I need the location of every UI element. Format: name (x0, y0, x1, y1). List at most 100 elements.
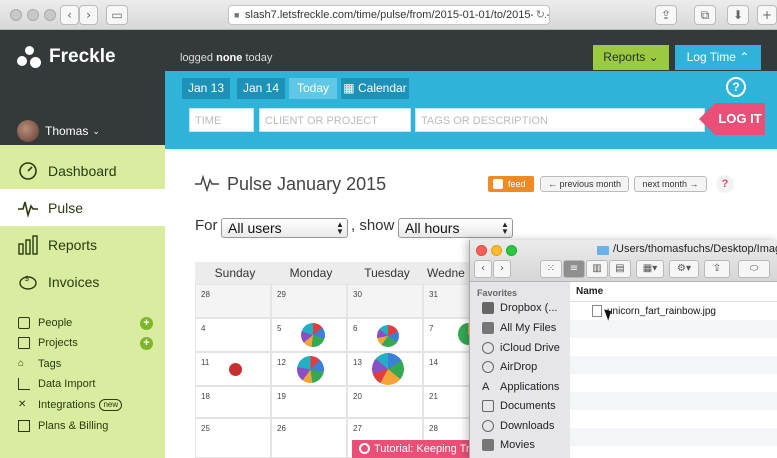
calendar-day[interactable]: 13 (347, 352, 423, 386)
calendar-day[interactable]: 4 (195, 318, 271, 352)
log-time-button[interactable]: Log Time ⌃ (675, 45, 761, 70)
nav-label: Invoices (48, 273, 100, 290)
reports-button[interactable]: Reports ⌄ (593, 45, 669, 70)
forward-icon[interactable]: › (493, 260, 511, 278)
sidebar-item-label: Documents (500, 400, 556, 412)
calendar-day[interactable]: 19 (271, 386, 347, 418)
users-select[interactable]: All users ▲ ▼ (221, 218, 348, 238)
pulse-pie-chart[interactable] (229, 363, 242, 376)
pulse-pie-chart[interactable] (377, 325, 399, 347)
sidebar-item-dropbox[interactable]: Dropbox (... (482, 302, 557, 314)
finder-window[interactable]: /Users/thomasfuchs/Desktop/Images ‹ › ⁙ … (469, 240, 777, 458)
downloads-icon[interactable]: ⬇ (727, 5, 749, 25)
previous-month-button[interactable]: ← previous month (540, 176, 629, 192)
zoom-window-button[interactable] (506, 245, 517, 256)
select-arrows-icon: ▲ ▼ (501, 220, 509, 236)
nav-reports[interactable]: Reports (0, 226, 165, 263)
sidebar-item-icloud-drive[interactable]: iCloud Drive (482, 342, 560, 354)
column-view-icon[interactable]: ▥ (586, 260, 608, 278)
sidebar-item-documents[interactable]: Documents (482, 400, 556, 412)
hours-select[interactable]: All hours ▲ ▼ (398, 218, 513, 238)
cover-flow-icon[interactable]: ▤ (609, 260, 631, 278)
forward-icon[interactable]: › (79, 5, 98, 25)
sidebar-item-movies[interactable]: Movies (482, 439, 535, 451)
subnav-integrations[interactable]: ✕ Integrations new (18, 395, 153, 415)
user-menu[interactable]: Thomas ⌄ (17, 120, 100, 142)
minimize-window-button[interactable] (27, 9, 39, 21)
file-row[interactable]: unicorn_fart_rainbow.jpg (570, 302, 777, 320)
tab-today[interactable]: Today (289, 78, 337, 99)
help-button[interactable]: ? (726, 77, 746, 97)
sidebar-item-applications[interactable]: A Applications (482, 381, 559, 393)
share-icon[interactable]: ⇪ (655, 5, 677, 25)
back-icon[interactable]: ‹ (60, 5, 79, 25)
subnav-tags[interactable]: ⌂ Tags (18, 354, 153, 374)
top-bar: logged none today Reports ⌄ Log Time ⌃ (165, 30, 777, 71)
column-header-name[interactable]: Name (570, 282, 777, 302)
subnav-people[interactable]: People + (18, 313, 153, 333)
log-it-arrow[interactable] (699, 103, 715, 135)
address-bar[interactable]: ■ slash7.letsfreckle.com/time/pulse/from… (228, 5, 550, 25)
calendar-day[interactable]: 28 (195, 284, 271, 318)
add-project-button[interactable]: + (140, 336, 153, 350)
calendar-day[interactable]: 29 (271, 284, 347, 318)
empty-row (570, 410, 777, 428)
client-project-input[interactable]: CLIENT OR PROJECT (259, 108, 411, 132)
share-icon[interactable]: ⇪ (704, 260, 730, 278)
tab-jan-14[interactable]: Jan 14 (237, 78, 285, 99)
back-icon[interactable]: ‹ (474, 260, 492, 278)
nav-pulse[interactable]: Pulse (0, 189, 165, 226)
next-month-button[interactable]: next month → (634, 176, 707, 192)
list-view-icon[interactable]: ≡ (563, 260, 585, 278)
calendar-day[interactable]: 30 (347, 284, 423, 318)
new-tab-icon[interactable]: + (757, 5, 777, 25)
calendar-day[interactable]: 12 (271, 352, 347, 386)
sidebar-toggle-icon[interactable]: ▭ (106, 5, 128, 25)
tutorial-button[interactable]: Tutorial: Keeping Tr (352, 440, 469, 458)
close-window-button[interactable] (476, 245, 487, 256)
tab-calendar[interactable]: ▦ Calendar (341, 78, 409, 99)
subnav-data-import[interactable]: Data Import (18, 374, 153, 394)
calendar-day[interactable]: 5 (271, 318, 347, 352)
subnav-label: Projects (38, 337, 78, 349)
pulse-pie-chart[interactable] (372, 353, 404, 385)
close-window-button[interactable] (10, 9, 22, 21)
tabs-icon[interactable]: ⧉ (694, 5, 716, 25)
icon-view-icon[interactable]: ⁙ (540, 260, 562, 278)
log-it-button[interactable]: LOG IT (715, 103, 765, 135)
day-number: 13 (353, 358, 362, 367)
minimize-window-button[interactable] (491, 245, 502, 256)
app-name: Freckle (49, 46, 116, 67)
arrange-icon[interactable]: ▦▾ (636, 260, 664, 278)
tags-description-input[interactable]: TAGS OR DESCRIPTION (415, 108, 705, 132)
sidebar-item-airdrop[interactable]: AirDrop (482, 361, 537, 373)
nav-dashboard[interactable]: Dashboard (0, 152, 165, 189)
subnav-projects[interactable]: Projects + (18, 333, 153, 353)
reload-icon[interactable]: ↻ (532, 6, 545, 24)
chevron-down-icon: ⌄ (648, 50, 659, 64)
sidebar-item-downloads[interactable]: Downloads (482, 420, 554, 432)
calendar-day[interactable]: 18 (195, 386, 271, 418)
gear-icon[interactable]: ⚙▾ (669, 260, 699, 278)
pulse-pie-chart[interactable] (297, 356, 324, 383)
calendar-day[interactable]: 20 (347, 386, 423, 418)
sidebar-item-all-my-files[interactable]: All My Files (482, 322, 556, 334)
add-person-button[interactable]: + (140, 316, 153, 330)
rss-feed-button[interactable]: feed (488, 176, 534, 192)
subnav-plans-billing[interactable]: Plans & Billing (18, 416, 153, 436)
calendar-day[interactable]: 11 (195, 352, 271, 386)
tag-icon[interactable]: ⬭ (738, 260, 770, 278)
pulse-help-button[interactable]: ? (716, 175, 734, 193)
tab-jan-13[interactable]: Jan 13 (182, 78, 230, 99)
nav-invoices[interactable]: $ Invoices (0, 263, 165, 300)
calendar-day[interactable]: 25 (195, 418, 271, 458)
time-input[interactable]: TIME (189, 108, 254, 132)
zoom-window-button[interactable] (44, 9, 56, 21)
freckle-logo[interactable]: Freckle (17, 46, 116, 68)
sidebar-item-label: Dropbox (... (500, 302, 558, 314)
pulse-pie-chart[interactable] (301, 323, 325, 347)
calendar-day[interactable]: 26 (271, 418, 347, 458)
calendar-day[interactable]: 6 (347, 318, 423, 352)
sidebar-item-label: iCloud Drive (500, 342, 560, 354)
subnav-label: People (38, 317, 73, 329)
